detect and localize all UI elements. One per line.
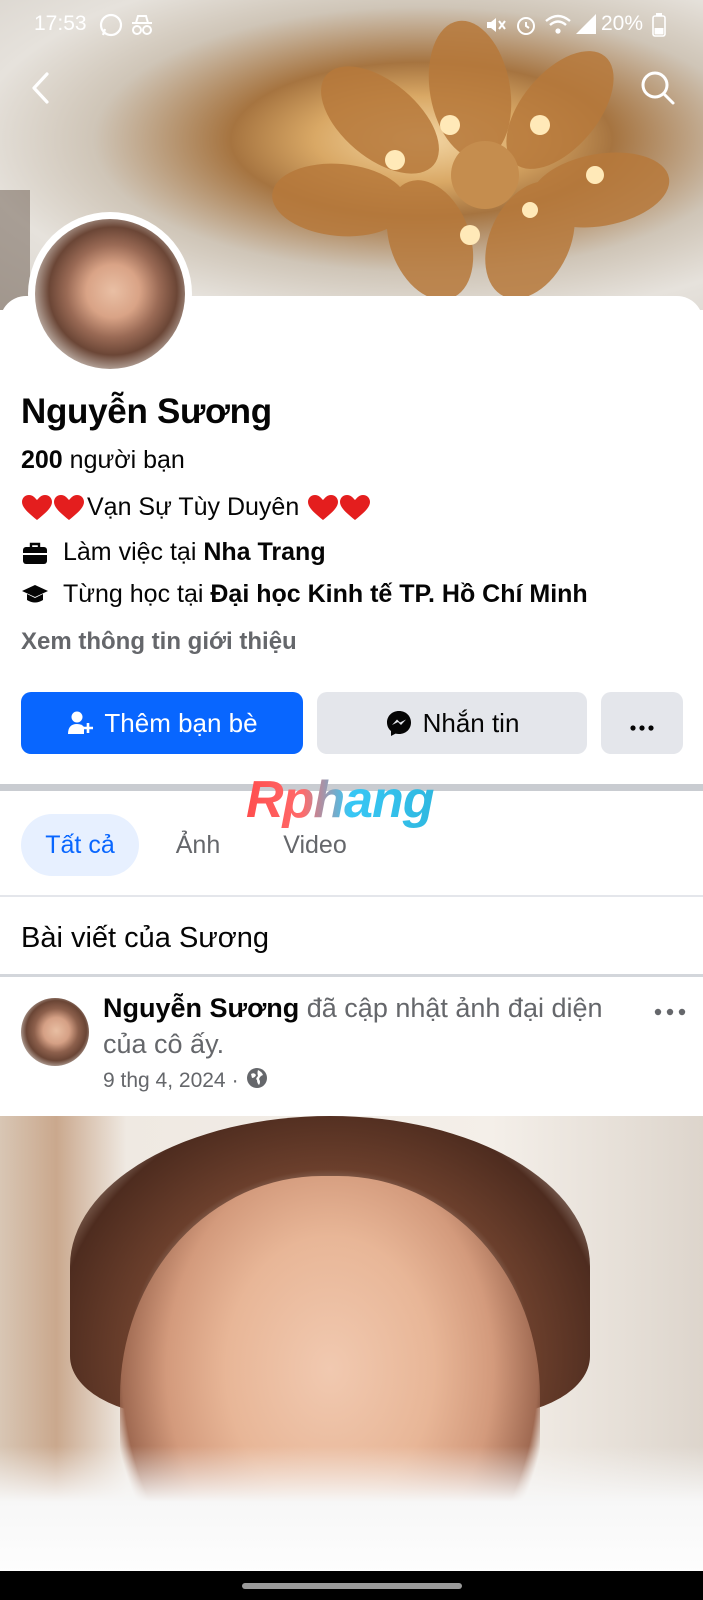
- friends-number: 200: [21, 446, 63, 474]
- back-arrow-icon[interactable]: [16, 62, 68, 114]
- messenger-icon: [385, 709, 413, 737]
- posts-section-title: Bài viết của Sương: [21, 922, 270, 954]
- profile-avatar[interactable]: [28, 212, 192, 376]
- friends-label: người bạn: [62, 446, 185, 474]
- tab-photos[interactable]: Ảnh: [158, 814, 238, 876]
- post-author-name[interactable]: Nguyễn Sương: [103, 993, 299, 1023]
- divider: [0, 895, 703, 897]
- study-prefix: Từng học tại: [63, 580, 211, 608]
- divider: [0, 974, 703, 977]
- profile-bio: Vạn Sự Tùy Duyên: [21, 493, 371, 522]
- status-time: 17:53: [34, 12, 87, 35]
- heart-icon: [339, 494, 371, 522]
- tab-all[interactable]: Tất cả: [21, 814, 139, 876]
- heart-icon: [307, 494, 339, 522]
- search-icon[interactable]: [632, 62, 684, 114]
- more-options-button[interactable]: [601, 692, 683, 754]
- heart-icon: [21, 494, 53, 522]
- more-horizontal-icon: [628, 708, 656, 739]
- whatsapp-icon: [98, 12, 124, 38]
- education-info: Từng học tại Đại học Kinh tế TP. Hồ Chí …: [21, 580, 588, 609]
- post-meta: 9 thg 4, 2024 ·: [103, 1066, 269, 1096]
- post-more-icon[interactable]: [650, 1000, 690, 1024]
- heart-icon: [53, 494, 85, 522]
- work-place[interactable]: Nha Trang: [203, 538, 325, 567]
- meta-separator: ·: [231, 1069, 239, 1092]
- profile-name: Nguyễn Sương: [21, 392, 272, 431]
- battery-percent: 20%: [601, 12, 644, 35]
- photo-shirt-shape: [0, 1446, 703, 1571]
- add-friend-label: Thêm bạn bè: [104, 707, 258, 738]
- signal-icon: [574, 12, 598, 36]
- message-label: Nhắn tin: [422, 707, 520, 738]
- globe-icon: [245, 1066, 269, 1096]
- post-author-avatar[interactable]: [21, 998, 89, 1066]
- alarm-icon: [514, 13, 538, 37]
- study-place[interactable]: Đại học Kinh tế TP. Hồ Chí Minh: [210, 580, 587, 609]
- home-gesture-pill[interactable]: [242, 1583, 462, 1589]
- profile-avatar-image: [35, 219, 185, 369]
- post-photo[interactable]: [0, 1116, 703, 1571]
- post-date[interactable]: 9 thg 4, 2024: [103, 1069, 226, 1093]
- add-friend-icon: [66, 709, 94, 737]
- wifi-icon: [544, 12, 572, 36]
- see-about-link[interactable]: Xem thông tin giới thiệu: [21, 628, 297, 656]
- post-header-text: Nguyễn Sương đã cập nhật ảnh đại diện củ…: [103, 990, 623, 1062]
- system-navigation-bar: [0, 1571, 703, 1600]
- tab-videos[interactable]: Video: [268, 814, 362, 876]
- friends-count[interactable]: 200 người bạn: [21, 446, 185, 475]
- work-prefix: Làm việc tại: [63, 538, 204, 566]
- message-button[interactable]: Nhắn tin: [317, 692, 587, 754]
- work-info: Làm việc tại Nha Trang: [21, 538, 326, 567]
- briefcase-icon: [21, 539, 49, 567]
- battery-icon: [652, 13, 666, 37]
- mute-icon: [484, 13, 508, 37]
- bio-text: Vạn Sự Tùy Duyên: [87, 493, 300, 521]
- incognito-icon: [128, 12, 156, 38]
- add-friend-button[interactable]: Thêm bạn bè: [21, 692, 303, 754]
- graduation-cap-icon: [21, 581, 49, 609]
